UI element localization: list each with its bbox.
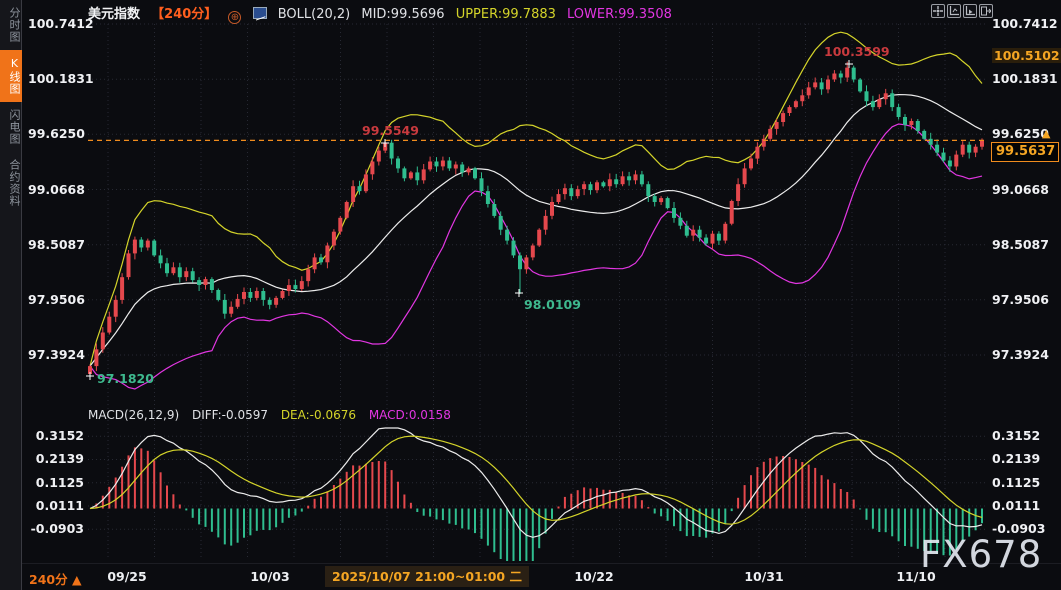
y-axis-label: 0.0111 bbox=[992, 498, 1040, 513]
crosshair-icon[interactable] bbox=[931, 4, 945, 18]
toolbar bbox=[931, 4, 993, 18]
high-low-annotation: 99.5549 bbox=[362, 123, 419, 138]
instrument-title: 美元指数 bbox=[88, 7, 140, 22]
sidebar-tab-timeline[interactable]: 分时图 bbox=[0, 0, 22, 50]
date-tick: 10/31 bbox=[742, 569, 786, 584]
kline-chart-canvas[interactable] bbox=[0, 0, 1061, 590]
high-low-annotation: 97.1820 bbox=[97, 371, 154, 386]
y-axis-label: 0.2139 bbox=[28, 451, 84, 466]
zoom-axes-right-icon[interactable] bbox=[963, 4, 977, 18]
y-axis-label: 97.9506 bbox=[28, 292, 84, 307]
boll-label: BOLL(20,2) bbox=[278, 7, 351, 22]
collapse-panel-icon[interactable] bbox=[979, 4, 993, 18]
trading-terminal: 分时图 K线图 闪电图 合约资料 美元指数 【240分】 ⊕ BOLL(20,2… bbox=[0, 0, 1061, 590]
y-axis-label: 98.5087 bbox=[28, 237, 84, 252]
boll-upper-value: UPPER:99.7883 bbox=[456, 7, 556, 22]
y-axis-label: 0.3152 bbox=[992, 428, 1040, 443]
macd-dea-value: DEA:-0.0676 bbox=[281, 408, 356, 422]
y-axis-label: 100.1831 bbox=[992, 71, 1058, 86]
date-tick: 09/25 bbox=[105, 569, 149, 584]
time-axis-bar: 240分 ▲ 09/25 10/03 10/22 10/31 11/10 202… bbox=[22, 563, 1061, 590]
macd-macd-value: MACD:0.0158 bbox=[369, 408, 451, 422]
hovered-candle-time: 2025/10/07 21:00~01:00 二 bbox=[325, 566, 529, 587]
sidebar: 分时图 K线图 闪电图 合约资料 bbox=[0, 0, 22, 590]
y-axis-label: 100.7412 bbox=[992, 16, 1058, 31]
sidebar-tab-kline[interactable]: K线图 bbox=[0, 50, 22, 102]
date-tick: 10/03 bbox=[248, 569, 292, 584]
macd-name: MACD(26,12,9) bbox=[88, 408, 179, 422]
y-axis-label: 97.9506 bbox=[992, 292, 1049, 307]
y-axis-label: 0.3152 bbox=[28, 428, 84, 443]
period-selector[interactable]: 240分 ▲ bbox=[29, 569, 82, 588]
y-axis-label: 0.1125 bbox=[28, 475, 84, 490]
price-marker-icon: ▲ bbox=[1042, 127, 1050, 140]
y-axis-label: 99.6250 bbox=[992, 126, 1049, 141]
y-axis-label: 0.2139 bbox=[992, 451, 1040, 466]
fx678-watermark: FX678 bbox=[920, 533, 1042, 576]
y-axis-label: 99.0668 bbox=[992, 182, 1049, 197]
period-high-label: 100.5102 bbox=[992, 48, 1061, 63]
boll-lower-value: LOWER:99.3508 bbox=[567, 7, 672, 22]
high-low-annotation: 98.0109 bbox=[524, 297, 581, 312]
y-axis-label: 0.0111 bbox=[28, 498, 84, 513]
macd-header: MACD(26,12,9) DIFF:-0.0597 DEA:-0.0676 M… bbox=[88, 408, 460, 422]
y-axis-label: 97.3924 bbox=[28, 347, 84, 362]
y-axis-label: 97.3924 bbox=[992, 347, 1049, 362]
period-tag[interactable]: 【240分】 bbox=[151, 7, 217, 22]
sidebar-tab-contract-info[interactable]: 合约资料 bbox=[0, 152, 22, 214]
date-tick: 10/22 bbox=[572, 569, 616, 584]
high-low-annotation: 100.3599 bbox=[824, 44, 890, 59]
chart-header: 美元指数 【240分】 ⊕ BOLL(20,2) MID:99.5696 UPP… bbox=[88, 3, 679, 24]
y-axis-label: 99.0668 bbox=[28, 182, 84, 197]
y-axis-label: 0.1125 bbox=[992, 475, 1040, 490]
y-axis-label: 100.7412 bbox=[28, 16, 84, 31]
zoom-axes-left-icon[interactable] bbox=[947, 4, 961, 18]
y-axis-label: 100.1831 bbox=[28, 71, 84, 86]
macd-diff-value: DIFF:-0.0597 bbox=[192, 408, 268, 422]
y-axis-label: 98.5087 bbox=[992, 237, 1049, 252]
chart-type-icon[interactable] bbox=[253, 7, 267, 19]
y-axis-label: -0.0903 bbox=[28, 521, 84, 536]
last-price-box: 99.5637 bbox=[991, 142, 1059, 162]
sidebar-tab-flash[interactable]: 闪电图 bbox=[0, 102, 22, 152]
y-axis-label: 99.6250 bbox=[28, 126, 84, 141]
add-indicator-icon[interactable]: ⊕ bbox=[228, 11, 241, 24]
boll-mid-value: MID:99.5696 bbox=[361, 7, 444, 22]
